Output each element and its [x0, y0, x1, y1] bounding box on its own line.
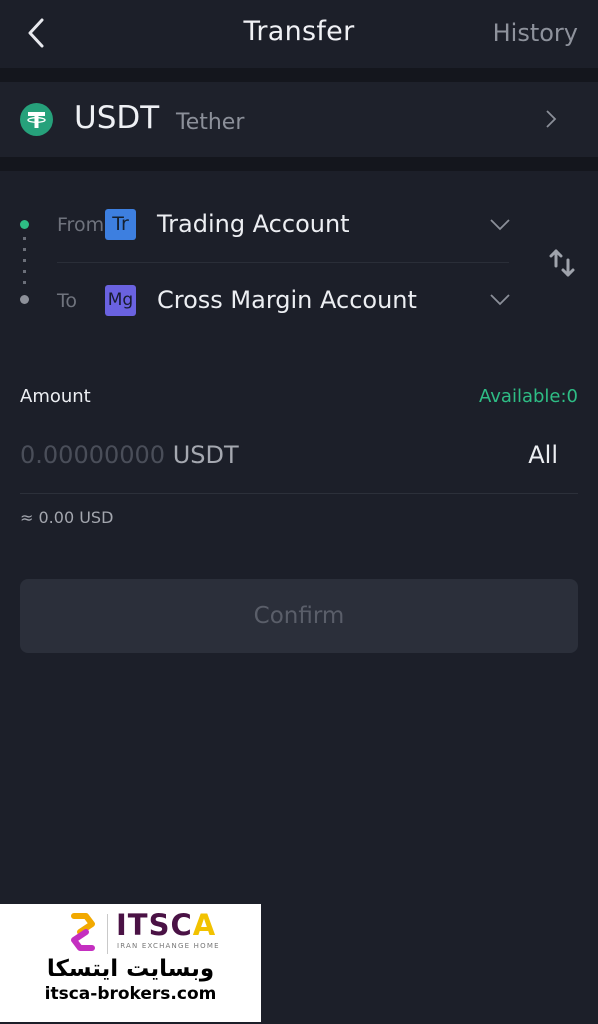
- to-account-name[interactable]: Cross Margin Account: [157, 286, 417, 314]
- brand-main: ITSC: [116, 908, 193, 942]
- to-dot-icon: [20, 295, 29, 304]
- watermark-banner: ITSCA IRAN EXCHANGE HOME وبسایت ایتسکا i…: [0, 904, 261, 1022]
- amount-divider: [20, 493, 578, 494]
- logo-divider: [107, 914, 108, 954]
- from-account-name[interactable]: Trading Account: [157, 210, 350, 238]
- persian-caption: وبسایت ایتسکا: [46, 956, 215, 982]
- margin-account-badge: Mg: [105, 285, 136, 316]
- from-label: From: [57, 214, 105, 236]
- connector-dots: [23, 237, 26, 289]
- tether-icon: [20, 103, 53, 136]
- section-divider: [0, 157, 598, 171]
- coin-name: Tether: [176, 110, 245, 135]
- swap-vertical-icon: [549, 249, 575, 277]
- chevron-down-icon[interactable]: [489, 293, 511, 307]
- history-link[interactable]: History: [493, 19, 578, 47]
- trading-account-badge: Tr: [105, 209, 136, 240]
- account-divider: [57, 262, 509, 263]
- brand-name: ITSCA: [116, 908, 216, 942]
- from-dot-icon: [20, 220, 29, 229]
- top-bar: Transfer History: [0, 0, 598, 68]
- chevron-right-icon: [546, 110, 557, 128]
- amount-input[interactable]: [20, 438, 480, 474]
- section-divider: [0, 68, 598, 82]
- to-label: To: [57, 290, 78, 312]
- coin-selector[interactable]: USDT Tether: [0, 82, 598, 157]
- amount-label: Amount: [20, 386, 91, 407]
- brand-end: A: [192, 908, 217, 942]
- confirm-button[interactable]: Confirm: [20, 579, 578, 653]
- website-url: itsca-brokers.com: [44, 984, 217, 1004]
- all-button[interactable]: All: [528, 441, 558, 469]
- available-balance: Available:0: [479, 386, 578, 407]
- usd-estimate: ≈ 0.00 USD: [20, 508, 114, 527]
- coin-symbol: USDT: [74, 100, 160, 136]
- swap-accounts-button[interactable]: [548, 248, 578, 278]
- itsca-logo-icon: [71, 913, 95, 951]
- brand-tagline: IRAN EXCHANGE HOME: [117, 942, 220, 950]
- chevron-down-icon[interactable]: [489, 218, 511, 232]
